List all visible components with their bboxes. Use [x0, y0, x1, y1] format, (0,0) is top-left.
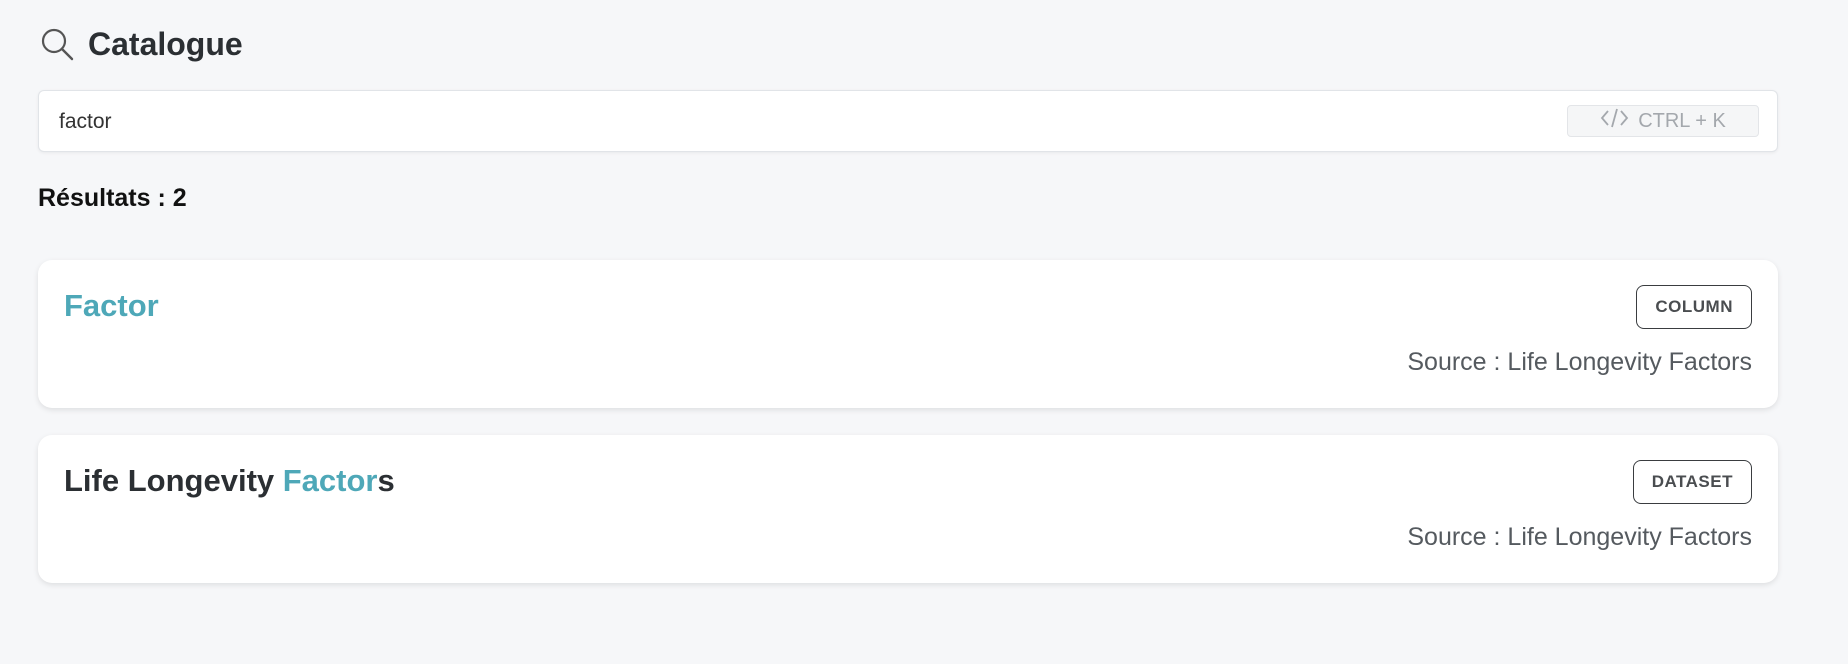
page-title: Catalogue [88, 25, 243, 62]
search-input[interactable] [57, 91, 1561, 153]
catalogue-page: Catalogue CTRL + K Résultats : 2 Factor … [0, 0, 1848, 664]
shortcut-label: CTRL + K [1638, 109, 1726, 132]
keyboard-shortcut-hint: CTRL + K [1567, 105, 1759, 137]
result-source: Source : Life Longevity Factors [1407, 523, 1752, 551]
type-badge: COLUMN [1636, 285, 1752, 329]
title-match: Factor [64, 288, 159, 323]
page-header: Catalogue [38, 20, 243, 68]
result-title[interactable]: Factor [64, 288, 159, 324]
code-icon [1600, 107, 1630, 135]
result-title[interactable]: Life Longevity Factors [64, 463, 395, 499]
search-box[interactable]: CTRL + K [38, 90, 1778, 153]
result-card[interactable]: Life Longevity Factors DATASET Source : … [38, 435, 1778, 583]
title-prefix: Life Longevity [64, 463, 283, 498]
result-source: Source : Life Longevity Factors [1407, 348, 1752, 376]
result-card[interactable]: Factor COLUMN Source : Life Longevity Fa… [38, 260, 1778, 408]
title-suffix: s [377, 463, 395, 498]
results-count: Résultats : 2 [38, 184, 187, 212]
search-icon [38, 25, 76, 63]
title-match: Factor [282, 463, 378, 498]
type-badge: DATASET [1632, 460, 1752, 504]
